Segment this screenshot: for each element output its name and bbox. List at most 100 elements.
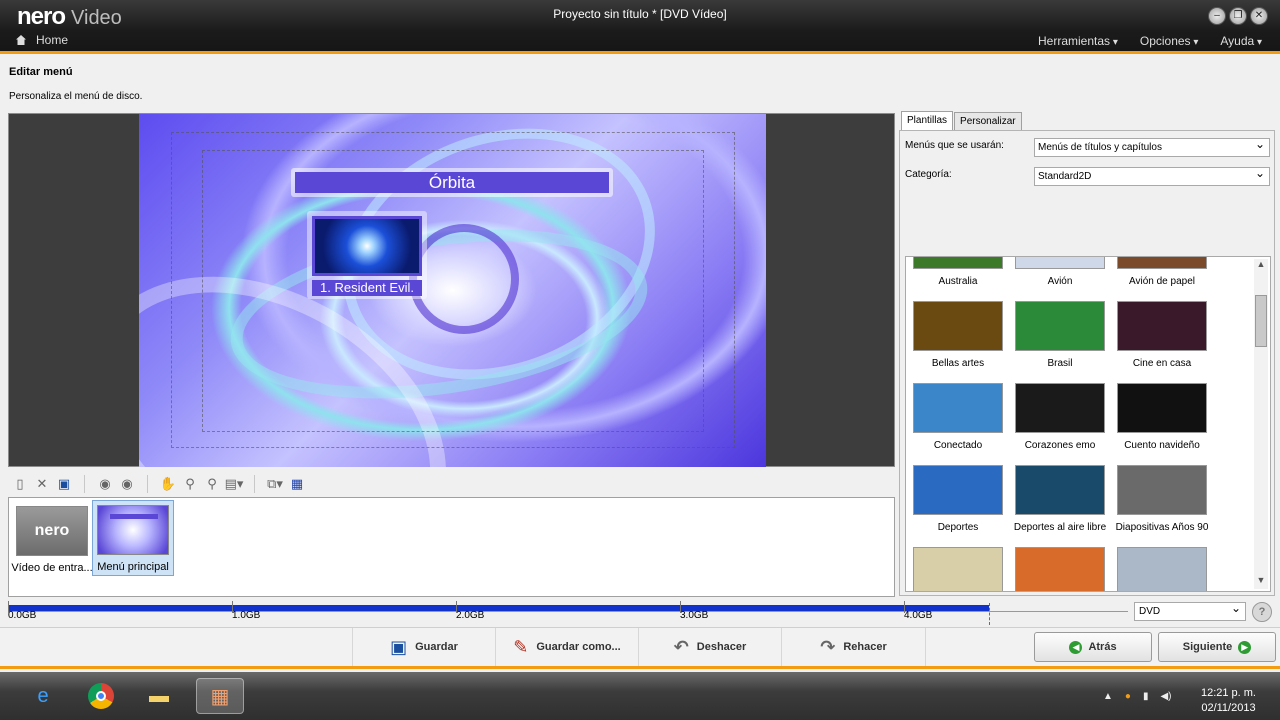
tab-personalizar[interactable]: Personalizar	[954, 112, 1022, 132]
template-thumbnail	[913, 547, 1003, 591]
help-icon[interactable]: ?	[1252, 602, 1272, 622]
save-icon[interactable]: ▣	[56, 476, 72, 492]
network-icon[interactable]: ▮	[1143, 691, 1149, 702]
template-tile[interactable]	[907, 547, 1009, 591]
home-link[interactable]: Home	[16, 33, 68, 47]
floppy-icon: ▣	[390, 636, 408, 657]
template-tile[interactable]: Brasil	[1009, 301, 1111, 369]
save-button[interactable]: ▣ Guardar	[352, 628, 495, 666]
capacity-tick: 1.0GB	[232, 601, 261, 621]
chrome-icon[interactable]	[82, 678, 120, 714]
template-tile[interactable]: Deportes	[907, 465, 1009, 533]
menu-canvas[interactable]: Órbita 1. Resident Evil.	[139, 114, 766, 467]
menu-ayuda[interactable]: Ayuda	[1220, 34, 1262, 48]
gallery-scrollbar[interactable]: ▲ ▼	[1254, 259, 1268, 589]
taskbar: e ▬ ▦ ▲ ● ▮ ◀) 12:21 p. m. 02/11/2013	[0, 672, 1280, 720]
template-tile[interactable]: Bellas artes	[907, 301, 1009, 369]
main-menu-thumbnail	[97, 505, 169, 555]
capacity-tick: 2.0GB	[456, 601, 485, 621]
template-tile[interactable]	[1009, 547, 1111, 591]
minimize-icon[interactable]: –	[1208, 7, 1226, 25]
template-tile[interactable]: Cuento navideño	[1111, 383, 1213, 451]
template-name: Cine en casa	[1132, 358, 1192, 369]
grid-icon[interactable]: ▦	[289, 476, 305, 492]
category-select[interactable]: Standard2D	[1034, 165, 1270, 186]
template-tile[interactable]: Australia	[907, 257, 1009, 287]
template-tile[interactable]: Corazones emo	[1009, 383, 1111, 451]
menus-select[interactable]: Menús de títulos y capítulos	[1034, 136, 1270, 157]
next-button[interactable]: Siguiente ▶	[1158, 632, 1276, 662]
template-thumbnail	[1015, 257, 1105, 269]
capacity-tick: 3.0GB	[680, 601, 709, 621]
internet-explorer-icon[interactable]: e	[24, 678, 62, 714]
template-tile[interactable]: Avión de papel	[1111, 257, 1213, 287]
template-name: Cuento navideño	[1124, 440, 1200, 451]
template-name: Avión de papel	[1129, 276, 1195, 287]
template-thumbnail	[1117, 465, 1207, 515]
scroll-up-icon[interactable]: ▲	[1254, 259, 1268, 273]
chapter-button[interactable]: 1. Resident Evil.	[307, 211, 427, 299]
template-thumbnail	[913, 465, 1003, 515]
tab-plantillas[interactable]: Plantillas	[901, 111, 954, 131]
layout-dropdown-icon[interactable]: ▤▾	[225, 476, 244, 492]
new-icon[interactable]: ▯	[12, 476, 28, 492]
template-tile[interactable]: Avión	[1009, 257, 1111, 287]
scroll-down-icon[interactable]: ▼	[1254, 575, 1268, 589]
menu-strip: nero Vídeo de entra... Menú principal	[8, 497, 895, 597]
template-thumbnail	[1015, 383, 1105, 433]
template-thumbnail	[913, 257, 1003, 269]
previous-icon[interactable]: ◉	[97, 476, 113, 492]
strip-item-intro-video[interactable]: nero Vídeo de entra...	[11, 502, 93, 574]
chapter-label: 1. Resident Evil.	[312, 280, 422, 296]
template-tile[interactable]: Conectado	[907, 383, 1009, 451]
template-name: Avión	[1047, 276, 1073, 287]
restore-icon[interactable]: ❐	[1229, 7, 1247, 25]
delete-icon[interactable]: ✕	[34, 476, 50, 492]
action-bar: ▣ Guardar ✎ Guardar como... ↶ Deshacer ↷…	[0, 627, 1280, 669]
template-name: Brasil	[1047, 358, 1073, 369]
template-thumbnail	[1015, 547, 1105, 591]
save-as-icon: ✎	[513, 636, 529, 657]
category-label: Categoría:	[905, 169, 952, 180]
template-tile[interactable]: Cine en casa	[1111, 301, 1213, 369]
disc-type-select[interactable]: DVD	[1134, 600, 1246, 621]
undo-button[interactable]: ↶ Deshacer	[638, 628, 781, 666]
template-name: Corazones emo	[1024, 440, 1096, 451]
menu-herramientas[interactable]: Herramientas	[1038, 34, 1118, 48]
window-title: Proyecto sin título * [DVD Vídeo]	[553, 7, 727, 21]
save-as-button[interactable]: ✎ Guardar como...	[495, 628, 638, 666]
template-thumbnail	[1015, 301, 1105, 351]
zoom-in-icon[interactable]: ⚲	[182, 476, 198, 492]
scroll-thumb[interactable]	[1255, 295, 1267, 347]
tray-expand-icon[interactable]: ▲	[1103, 691, 1113, 702]
template-name: Deportes al aire libre	[1013, 522, 1107, 533]
hand-icon[interactable]: ✋	[160, 476, 176, 492]
zoom-out-icon[interactable]: ⚲	[204, 476, 220, 492]
arrow-left-icon: ◀	[1069, 640, 1083, 654]
template-name: Deportes	[937, 522, 979, 533]
menu-opciones[interactable]: Opciones	[1140, 34, 1199, 48]
template-name: Conectado	[933, 440, 983, 451]
title-bar: nero Video Proyecto sin título * [DVD Víd…	[0, 0, 1280, 54]
template-tile[interactable]: Deportes al aire libre	[1009, 465, 1111, 533]
back-button[interactable]: ◀ Atrás	[1034, 632, 1152, 662]
template-thumbnail	[1117, 257, 1207, 269]
template-tile[interactable]: Diapositivas Años 90	[1111, 465, 1213, 533]
explorer-folder-icon[interactable]: ▬	[140, 678, 178, 714]
template-tile[interactable]	[1111, 547, 1213, 591]
strip-item-main-menu[interactable]: Menú principal	[92, 500, 174, 576]
template-name: Bellas artes	[931, 358, 985, 369]
menu-title-box[interactable]: Órbita	[291, 168, 613, 197]
template-thumbnail	[913, 301, 1003, 351]
nero-taskbar-icon[interactable]: ▦	[196, 678, 244, 714]
tray-app-icon[interactable]: ●	[1125, 691, 1131, 702]
volume-icon[interactable]: ◀)	[1160, 691, 1171, 702]
redo-button[interactable]: ↷ Rehacer	[781, 628, 926, 666]
capacity-marker	[989, 603, 990, 625]
clock[interactable]: 12:21 p. m. 02/11/2013	[1201, 686, 1256, 716]
arrange-icon[interactable]: ⧉▾	[267, 476, 283, 492]
next-icon[interactable]: ◉	[119, 476, 135, 492]
close-icon[interactable]: ✕	[1250, 7, 1268, 25]
menu-title: Órbita	[295, 172, 609, 193]
template-thumbnail	[1117, 383, 1207, 433]
